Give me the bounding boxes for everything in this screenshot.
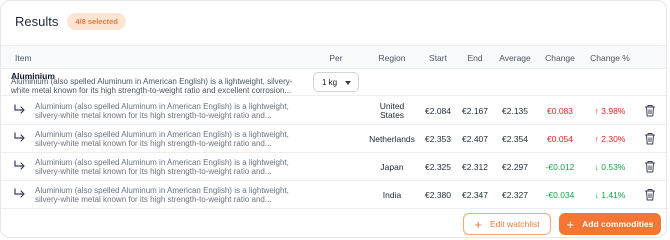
- unit-select-value: 1 kg: [322, 78, 338, 87]
- row-change-percent: ↑ 2.30%: [594, 134, 626, 144]
- row-end: €2.347: [462, 190, 488, 200]
- column-header-start[interactable]: Start: [429, 53, 447, 63]
- edit-watchlist-label: Edit watchlist: [489, 219, 540, 229]
- trash-icon[interactable]: [644, 188, 656, 201]
- plus-icon: +: [474, 216, 482, 232]
- arrow-down-icon: ↓: [594, 162, 599, 172]
- row-change: -€0.034: [545, 190, 575, 200]
- row-average: €2.327: [502, 190, 528, 200]
- subdirectory-arrow-icon: [14, 160, 25, 170]
- plus-icon: +: [566, 216, 575, 232]
- page-title: Results: [15, 14, 59, 29]
- row-description: Aluminium (also spelled Aluminum in Amer…: [35, 186, 289, 204]
- row-change: €0.083: [547, 106, 573, 116]
- trash-icon[interactable]: [644, 132, 656, 145]
- add-commodities-label: Add commodities: [582, 219, 654, 229]
- column-header-region[interactable]: Region: [379, 53, 406, 63]
- table-row[interactable]: Aluminium (also spelled Aluminum in Amer…: [1, 181, 666, 209]
- row-change: -€0.012: [545, 162, 575, 172]
- subdirectory-arrow-icon: [14, 104, 25, 114]
- row-region: United States: [379, 101, 405, 120]
- unit-select[interactable]: 1 kg: [313, 72, 359, 92]
- column-header-per[interactable]: Per: [329, 53, 342, 63]
- row-start: €2.380: [425, 190, 451, 200]
- column-header-change-percent[interactable]: Change %: [590, 53, 630, 63]
- row-region: India: [382, 190, 402, 200]
- row-change-percent: ↓ 0.53%: [594, 162, 626, 172]
- row-average: €2.354: [502, 134, 528, 144]
- row-end: €2.312: [462, 162, 488, 172]
- commodity-description: Aluminium (also spelled Aluminum in Amer…: [11, 78, 293, 95]
- subdirectory-arrow-icon: [14, 132, 25, 142]
- row-region: Netherlands: [369, 134, 415, 144]
- row-end: €2.407: [462, 134, 488, 144]
- table-row[interactable]: Aluminium (also spelled Aluminum in Amer…: [1, 125, 666, 153]
- arrow-up-icon: ↑: [594, 134, 599, 144]
- row-start: €2.325: [425, 162, 451, 172]
- column-header-end[interactable]: End: [467, 53, 482, 63]
- row-region: Japan: [380, 162, 404, 172]
- trash-icon[interactable]: [644, 160, 656, 173]
- row-change-percent: ↑ 3.98%: [594, 106, 626, 116]
- row-average: €2.135: [502, 106, 528, 116]
- results-panel: Results 4/8 selected Item Per Region Sta…: [0, 0, 667, 238]
- column-header-average[interactable]: Average: [499, 53, 531, 63]
- table-header: Item Per Region Start End Average Change…: [1, 45, 666, 69]
- selection-count-badge: 4/8 selected: [67, 13, 126, 30]
- row-start: €2.084: [425, 106, 451, 116]
- chevron-down-icon: [345, 81, 351, 85]
- row-end: €2.167: [462, 106, 488, 116]
- row-start: €2.353: [425, 134, 451, 144]
- add-commodities-button[interactable]: + Add commodities: [559, 213, 661, 235]
- table-row[interactable]: Aluminium (also spelled Aluminum in Amer…: [1, 153, 666, 181]
- row-change: €0.054: [547, 134, 573, 144]
- row-description: Aluminium (also spelled Aluminum in Amer…: [35, 102, 289, 120]
- arrow-up-icon: ↑: [594, 106, 599, 116]
- edit-watchlist-button[interactable]: + Edit watchlist: [463, 213, 551, 235]
- trash-icon[interactable]: [644, 104, 656, 117]
- row-description: Aluminium (also spelled Aluminum in Amer…: [35, 158, 289, 176]
- row-change-percent: ↓ 1.41%: [594, 190, 626, 200]
- column-header-item[interactable]: Item: [15, 53, 32, 63]
- row-description: Aluminium (also spelled Aluminum in Amer…: [35, 130, 289, 148]
- table-row[interactable]: Aluminium (also spelled Aluminum in Amer…: [1, 97, 666, 125]
- subdirectory-arrow-icon: [14, 188, 25, 198]
- column-header-change[interactable]: Change: [545, 53, 575, 63]
- row-average: €2.297: [502, 162, 528, 172]
- results-header: Results 4/8 selected: [15, 13, 126, 30]
- arrow-down-icon: ↓: [594, 190, 599, 200]
